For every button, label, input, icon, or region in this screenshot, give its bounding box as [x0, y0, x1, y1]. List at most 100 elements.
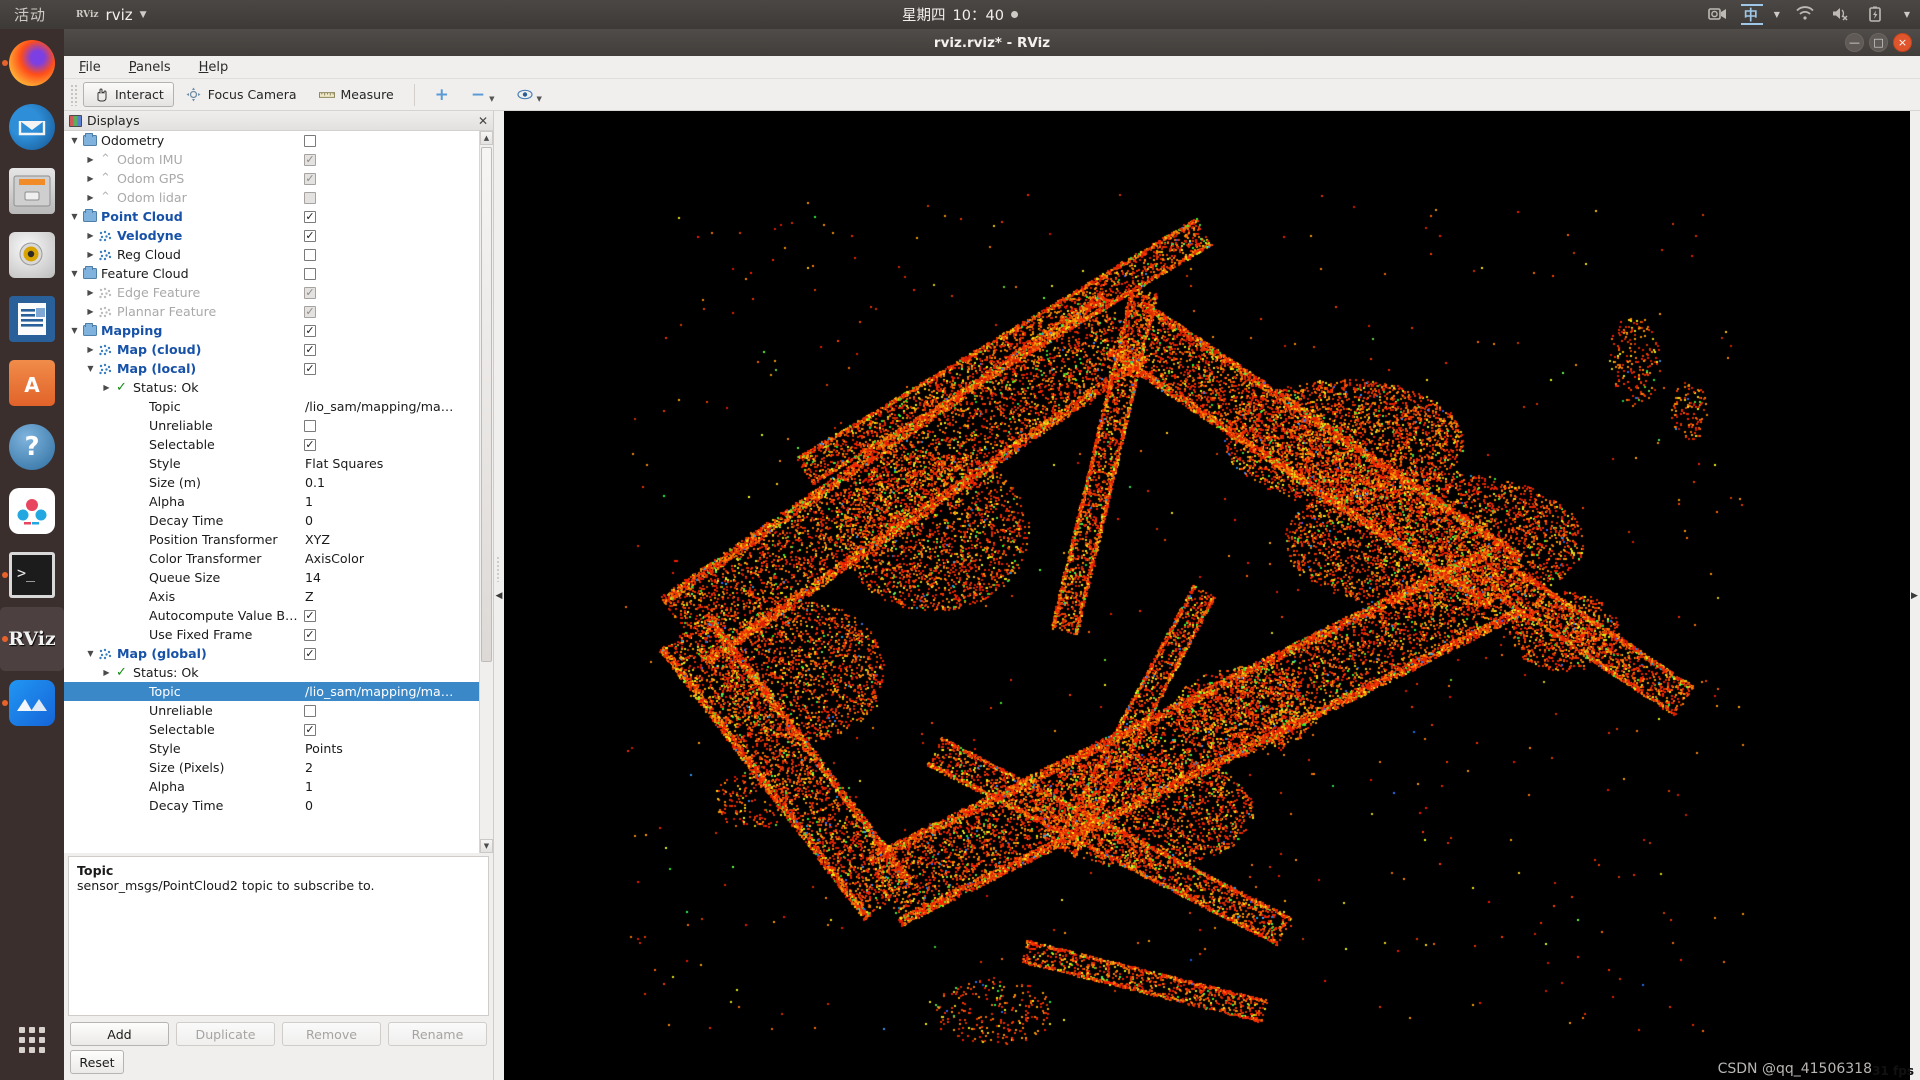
expand-arrow-open-icon[interactable] — [68, 326, 81, 335]
display-tree-row[interactable]: Feature Cloud — [64, 264, 479, 283]
display-row-value[interactable]: ✓ — [304, 723, 479, 736]
display-tree-row[interactable]: Size (Pixels) 2 — [64, 758, 479, 777]
display-tree-row[interactable]: Decay Time 0 — [64, 796, 479, 815]
screencast-icon[interactable] — [1707, 6, 1728, 24]
display-tree-row[interactable]: Style Points — [64, 739, 479, 758]
display-tree-row[interactable]: Mapping ✓ — [64, 321, 479, 340]
display-row-value[interactable]: ✓ — [304, 305, 479, 318]
display-tree-row[interactable]: Reg Cloud — [64, 245, 479, 264]
expand-arrow-closed-icon[interactable] — [100, 383, 113, 392]
display-tree-row[interactable]: Plannar Feature ✓ — [64, 302, 479, 321]
enable-checkbox[interactable] — [304, 134, 316, 147]
activities-button[interactable]: 活动 — [14, 4, 46, 25]
display-tree-row[interactable]: ✓ Status: Ok — [64, 378, 479, 397]
launcher-item-terminal[interactable]: >_ — [0, 543, 64, 607]
wifi-icon[interactable] — [1796, 5, 1816, 24]
display-row-value[interactable]: ✓ — [304, 210, 479, 223]
expand-arrow-closed-icon[interactable] — [100, 668, 113, 677]
expand-arrow-open-icon[interactable] — [68, 212, 81, 221]
display-tree-row[interactable]: Alpha 1 — [64, 777, 479, 796]
display-tree-row[interactable]: Selectable ✓ — [64, 720, 479, 739]
displays-scrollbar[interactable]: ▲ ▼ — [479, 131, 493, 853]
display-tree-row[interactable]: Point Cloud ✓ — [64, 207, 479, 226]
scroll-up-button[interactable]: ▲ — [480, 131, 493, 145]
display-row-value[interactable]: ✓ — [304, 153, 479, 166]
collapse-left-arrow-icon[interactable]: ◀ — [495, 583, 503, 609]
display-row-value[interactable]: ✓ — [304, 609, 479, 622]
chevron-down-icon[interactable]: ▼ — [140, 10, 147, 20]
display-tree-row[interactable]: Axis Z — [64, 587, 479, 606]
menu-panels[interactable]: Panels — [126, 59, 174, 76]
enable-checkbox[interactable] — [304, 704, 316, 717]
reset-button[interactable]: Reset — [70, 1050, 124, 1074]
display-row-value[interactable]: 1 — [304, 779, 479, 794]
display-tree-row[interactable]: ⌃ Odom lidar — [64, 188, 479, 207]
input-method-icon[interactable]: 中 — [1740, 3, 1763, 25]
display-tree-row[interactable]: Velodyne ✓ — [64, 226, 479, 245]
launcher-item-blue-app[interactable] — [0, 671, 64, 735]
display-tree-row[interactable]: Unreliable — [64, 416, 479, 435]
expand-arrow-closed-icon[interactable] — [84, 345, 97, 354]
display-row-value[interactable]: ✓ — [304, 647, 479, 660]
display-row-value[interactable]: 0 — [304, 513, 479, 528]
expand-arrow-closed-icon[interactable] — [84, 155, 97, 164]
enable-checkbox[interactable] — [304, 248, 316, 261]
focus-camera-button[interactable]: Focus Camera — [176, 82, 307, 107]
display-row-value[interactable]: Flat Squares — [304, 456, 479, 471]
launcher-item-help[interactable]: ? — [0, 415, 64, 479]
expand-arrow-closed-icon[interactable] — [84, 288, 97, 297]
scrollbar-thumb[interactable] — [481, 147, 492, 662]
display-row-value[interactable]: ✓ — [304, 324, 479, 337]
display-row-value[interactable]: ✓ — [304, 628, 479, 641]
launcher-item-files[interactable] — [0, 159, 64, 223]
enable-checkbox[interactable]: ✓ — [304, 305, 316, 318]
enable-checkbox[interactable] — [304, 419, 316, 432]
enable-checkbox[interactable] — [304, 267, 316, 280]
enable-checkbox[interactable]: ✓ — [304, 210, 316, 223]
view-toggle-chevron-icon[interactable]: ▼ — [537, 95, 542, 103]
render-view-3d[interactable]: CSDN @qq_41506318 31 fps ▶ — [504, 111, 1920, 1080]
enable-checkbox[interactable]: ✓ — [304, 647, 316, 660]
toolbar-grip[interactable] — [70, 83, 78, 106]
launcher-item-ros[interactable] — [0, 479, 64, 543]
display-tree-row[interactable]: Map (cloud) ✓ — [64, 340, 479, 359]
enable-checkbox[interactable]: ✓ — [304, 723, 316, 736]
display-row-value[interactable] — [304, 191, 479, 204]
enable-checkbox[interactable]: ✓ — [304, 628, 316, 641]
zoom-out-button[interactable]: − ▼ — [461, 82, 505, 107]
expand-arrow-closed-icon[interactable] — [84, 250, 97, 259]
display-row-value[interactable]: /lio_sam/mapping/ma… — [304, 684, 479, 699]
display-row-value[interactable]: ✓ — [304, 438, 479, 451]
launcher-item-thunderbird[interactable] — [0, 95, 64, 159]
display-row-value[interactable]: ✓ — [304, 286, 479, 299]
expand-arrow-closed-icon[interactable] — [84, 307, 97, 316]
menu-help[interactable]: Help — [196, 59, 232, 76]
ime-chevron-icon[interactable]: ▼ — [1774, 10, 1780, 19]
display-tree-row[interactable]: Color Transformer AxisColor — [64, 549, 479, 568]
display-tree-row[interactable]: Style Flat Squares — [64, 454, 479, 473]
interact-tool-button[interactable]: Interact — [83, 82, 174, 107]
display-row-value[interactable]: /lio_sam/mapping/ma… — [304, 399, 479, 414]
launcher-item-firefox[interactable] — [0, 31, 64, 95]
display-row-value[interactable] — [304, 704, 479, 717]
display-row-value[interactable]: ✓ — [304, 172, 479, 185]
display-tree-row[interactable]: Decay Time 0 — [64, 511, 479, 530]
enable-checkbox[interactable]: ✓ — [304, 286, 316, 299]
display-row-value[interactable]: 14 — [304, 570, 479, 585]
display-row-value[interactable]: Points — [304, 741, 479, 756]
battery-charging-icon[interactable] — [1868, 6, 1888, 24]
expand-arrow-open-icon[interactable] — [68, 136, 81, 145]
display-row-value[interactable]: XYZ — [304, 532, 479, 547]
display-row-value[interactable]: 2 — [304, 760, 479, 775]
display-tree-row[interactable]: Odometry — [64, 131, 479, 150]
display-row-value[interactable] — [304, 267, 479, 280]
scroll-down-button[interactable]: ▼ — [480, 839, 493, 853]
enable-checkbox[interactable]: ✓ — [304, 609, 316, 622]
display-tree-row[interactable]: ✓ Status: Ok — [64, 663, 479, 682]
right-splitter[interactable]: ▶ — [1910, 111, 1920, 1080]
display-tree-row[interactable]: Map (local) ✓ — [64, 359, 479, 378]
enable-checkbox[interactable]: ✓ — [304, 438, 316, 451]
expand-arrow-closed-icon[interactable] — [84, 174, 97, 183]
display-row-value[interactable]: 0.1 — [304, 475, 479, 490]
display-row-value[interactable] — [304, 248, 479, 261]
